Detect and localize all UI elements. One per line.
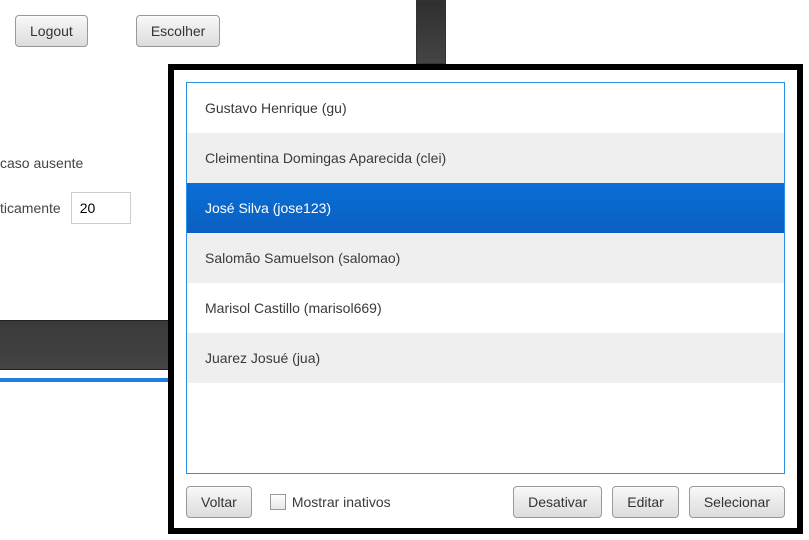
background-dark-strip [0, 320, 170, 370]
desativar-button[interactable]: Desativar [513, 486, 602, 518]
list-item[interactable]: Cleimentina Domingas Aparecida (clei) [187, 133, 784, 183]
label-caso-ausente: caso ausente [0, 155, 83, 171]
show-inactive-checkbox[interactable]: Mostrar inativos [270, 494, 391, 510]
auto-value-input[interactable] [71, 192, 131, 224]
background-blue-line [0, 378, 170, 382]
user-selection-modal: Gustavo Henrique (gu)Cleimentina Dominga… [168, 64, 803, 534]
escolher-button[interactable]: Escolher [136, 15, 220, 47]
modal-footer: Voltar Mostrar inativos Desativar Editar… [186, 474, 785, 518]
voltar-button[interactable]: Voltar [186, 486, 252, 518]
list-item[interactable]: Juarez Josué (jua) [187, 333, 784, 383]
checkbox-icon [270, 494, 286, 510]
editar-button[interactable]: Editar [612, 486, 679, 518]
logout-button[interactable]: Logout [15, 15, 88, 47]
background-top-tab [416, 0, 446, 64]
list-item[interactable]: José Silva (jose123) [187, 183, 784, 233]
list-item[interactable]: Gustavo Henrique (gu) [187, 83, 784, 133]
selecionar-button[interactable]: Selecionar [689, 486, 785, 518]
list-item[interactable]: Marisol Castillo (marisol669) [187, 283, 784, 333]
list-item[interactable]: Salomão Samuelson (salomao) [187, 233, 784, 283]
show-inactive-label: Mostrar inativos [292, 494, 391, 510]
user-listbox[interactable]: Gustavo Henrique (gu)Cleimentina Dominga… [186, 82, 785, 474]
label-automaticamente: ticamente [0, 200, 61, 216]
